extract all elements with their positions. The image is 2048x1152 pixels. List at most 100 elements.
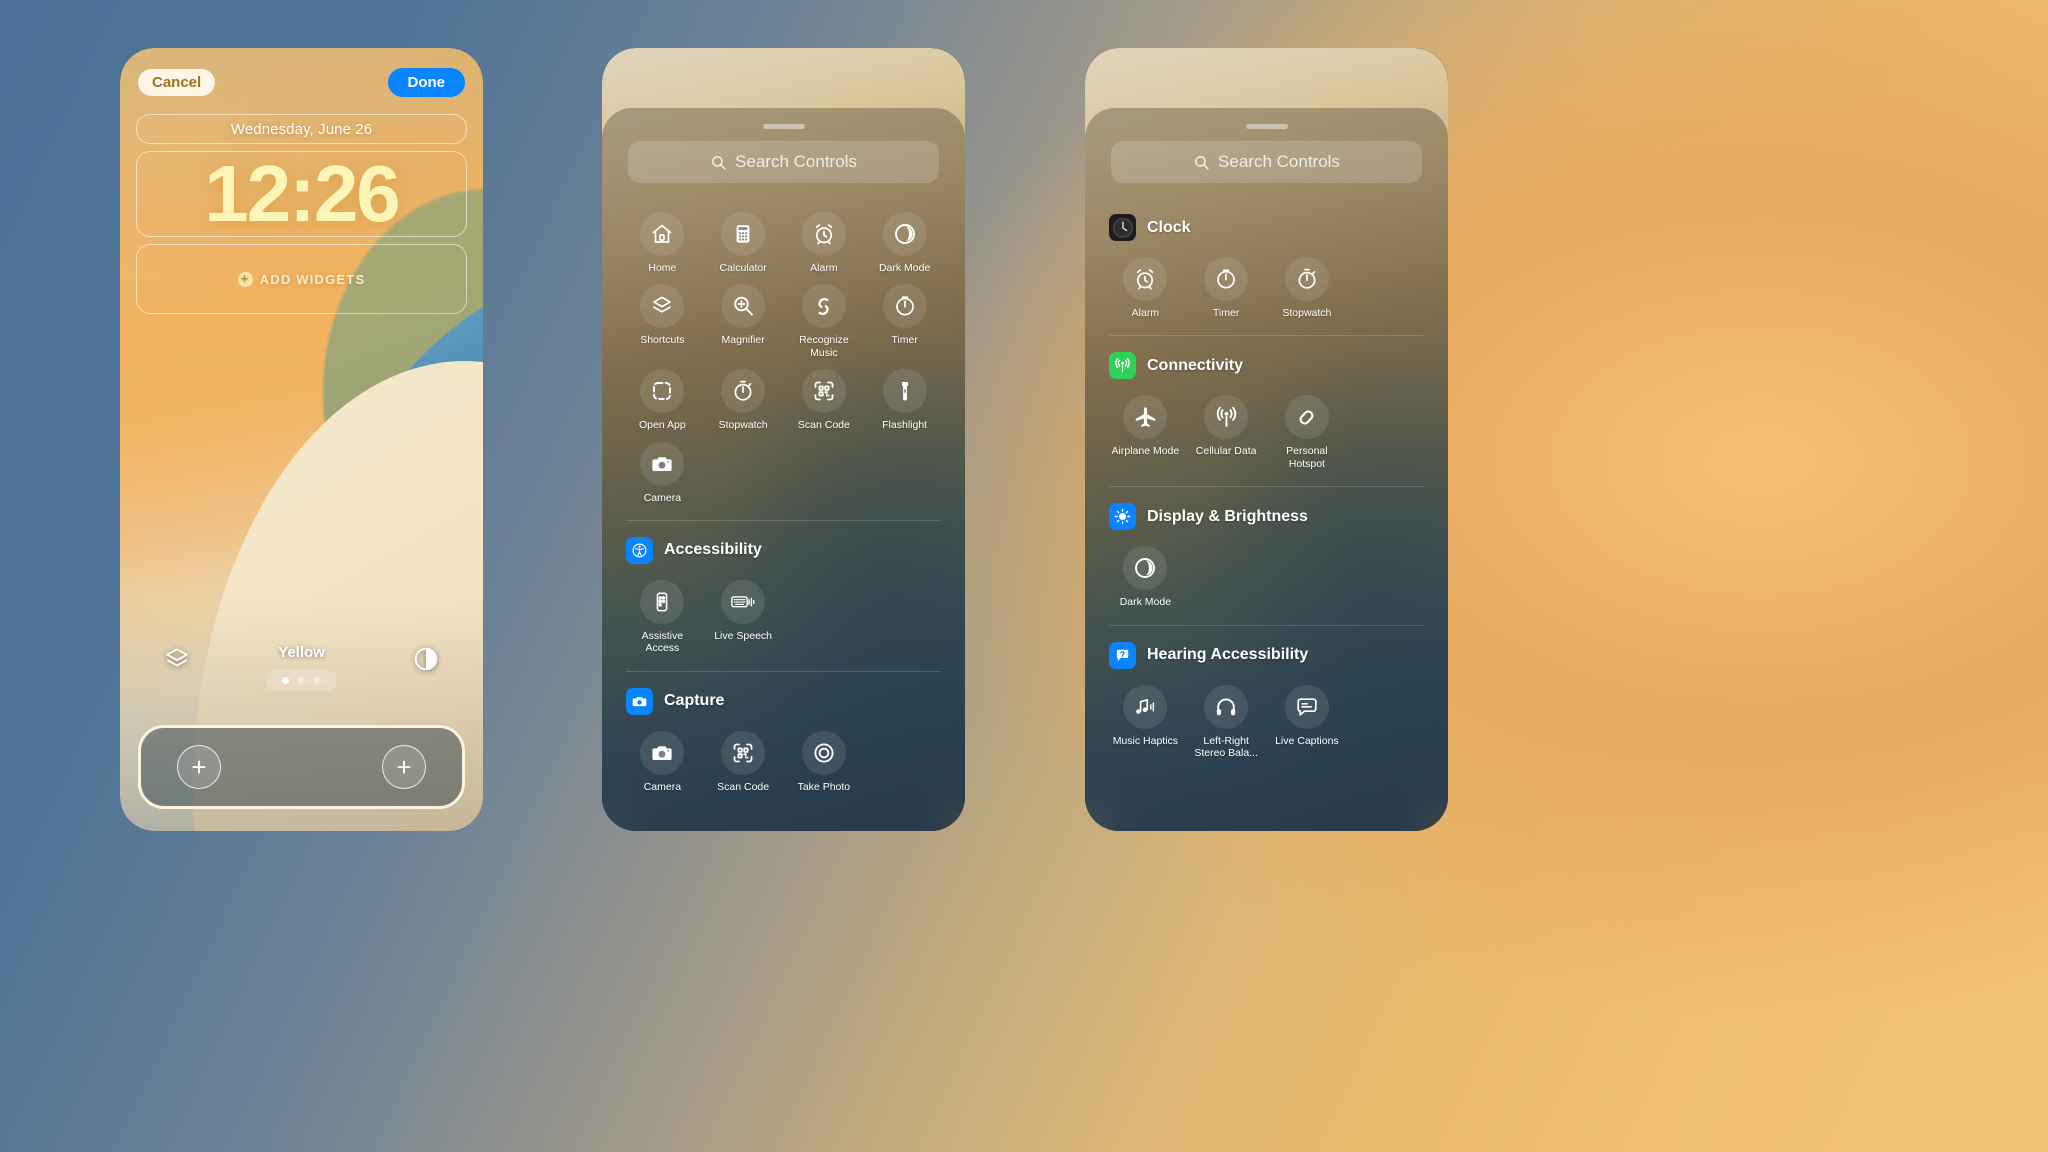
right-control-add-button[interactable]: + bbox=[382, 745, 426, 789]
time-widget-slot[interactable]: 12:26 bbox=[136, 151, 467, 237]
add-widgets-label: ADD WIDGETS bbox=[259, 271, 366, 287]
home-icon bbox=[640, 212, 685, 256]
control-item-label: Music Haptics bbox=[1112, 734, 1179, 747]
control-item[interactable]: Alarm bbox=[1105, 257, 1186, 323]
controls-grid: Dark Mode bbox=[1105, 532, 1428, 612]
section-header: Accessibility bbox=[622, 521, 945, 566]
open-app-icon bbox=[640, 369, 685, 414]
control-item[interactable]: Timer bbox=[1186, 257, 1267, 323]
section-header: Display & Brightness bbox=[1105, 487, 1428, 532]
page-dot[interactable] bbox=[282, 677, 289, 684]
control-item[interactable]: Dark Mode bbox=[864, 212, 945, 278]
control-item[interactable]: Dark Mode bbox=[1105, 546, 1186, 612]
control-item[interactable]: Camera bbox=[622, 441, 703, 508]
shortcuts-icon bbox=[640, 284, 685, 329]
control-item[interactable]: Home bbox=[622, 212, 703, 278]
control-item-label: Open App bbox=[639, 419, 686, 432]
phone-2-controls-gallery: Search Controls Home Calculator Alarm Dark … bbox=[602, 48, 965, 831]
control-item[interactable]: Alarm bbox=[784, 212, 865, 278]
control-item[interactable]: Live Captions bbox=[1267, 684, 1348, 764]
cancel-button[interactable]: Cancel bbox=[138, 68, 216, 96]
phone-1-lock-screen-editor: Cancel Done Wednesday, June 26 12:26 + A… bbox=[120, 48, 483, 831]
sheet-grabber[interactable] bbox=[762, 124, 805, 129]
hearing-icon bbox=[1109, 641, 1136, 669]
music-haptics-icon bbox=[1123, 684, 1168, 729]
qr-scan-icon bbox=[721, 730, 766, 775]
search-controls-input-p2[interactable]: Search Controls bbox=[628, 141, 939, 183]
control-item-label: Live Captions bbox=[1275, 734, 1339, 747]
capture-icon bbox=[626, 687, 653, 715]
qr-scan-icon bbox=[801, 369, 846, 414]
done-button[interactable]: Done bbox=[387, 67, 465, 97]
search-icon bbox=[712, 155, 726, 170]
sheet-grabber[interactable] bbox=[1245, 124, 1288, 129]
section-title: Connectivity bbox=[1147, 356, 1244, 374]
control-item[interactable]: Magnifier bbox=[703, 284, 784, 363]
control-item[interactable]: Camera bbox=[622, 730, 703, 797]
headphones-icon bbox=[1204, 684, 1249, 729]
control-item[interactable]: Scan Code bbox=[703, 730, 784, 797]
control-item-label: Cellular Data bbox=[1195, 445, 1257, 458]
control-item[interactable]: Cellular Data bbox=[1186, 395, 1267, 474]
control-item[interactable]: Live Speech bbox=[703, 579, 784, 659]
left-control-add-button[interactable]: + bbox=[177, 745, 221, 789]
lock-screen-widget-stack: Wednesday, June 26 12:26 + ADD WIDGETS bbox=[136, 114, 467, 314]
controls-grid: Airplane Mode Cellular Data Personal Hotsp… bbox=[1105, 381, 1428, 474]
control-item-label: Dark Mode bbox=[878, 262, 931, 274]
controls-gallery-scroll-p2[interactable]: Home Calculator Alarm Dark Mode Shortcuts Mag… bbox=[602, 198, 965, 831]
control-item[interactable]: Shortcuts bbox=[622, 284, 703, 363]
control-item-label: Shortcuts bbox=[640, 334, 685, 347]
timer-icon bbox=[1204, 257, 1249, 301]
controls-gallery-scroll-p3[interactable]: Clock Alarm Timer Stopwatch Connectivity Airp… bbox=[1085, 198, 1448, 831]
wallpaper-page-dots[interactable] bbox=[266, 670, 337, 691]
control-item[interactable]: Recognize Music bbox=[784, 284, 865, 363]
add-widgets-slot[interactable]: + ADD WIDGETS bbox=[136, 244, 467, 314]
cellular-icon bbox=[1204, 395, 1249, 440]
section-header: Connectivity bbox=[1105, 336, 1428, 381]
control-item[interactable]: Timer bbox=[864, 284, 945, 363]
airplane-icon bbox=[1123, 395, 1168, 440]
control-item-label: Assistive Access bbox=[641, 629, 684, 655]
search-placeholder-p2: Search Controls bbox=[735, 152, 857, 171]
section-header: Capture bbox=[622, 672, 945, 717]
control-item-label: Airplane Mode bbox=[1111, 445, 1180, 458]
control-item-label: Alarm bbox=[810, 262, 838, 274]
control-item-label: Stopwatch bbox=[718, 419, 768, 432]
control-item-label: Camera bbox=[643, 491, 682, 504]
control-item[interactable]: Left-Right Stereo Bala... bbox=[1186, 684, 1267, 764]
phone-3-controls-by-category: Search Controls Clock Alarm Timer Stopwatch… bbox=[1085, 48, 1448, 831]
phone-2-screen: Search Controls Home Calculator Alarm Dark … bbox=[602, 48, 965, 831]
search-controls-input-p3[interactable]: Search Controls bbox=[1111, 141, 1422, 183]
dark-mode-icon bbox=[882, 212, 927, 256]
control-item[interactable]: Assistive Access bbox=[622, 579, 703, 659]
calculator-icon bbox=[721, 212, 766, 256]
control-item[interactable]: Scan Code bbox=[784, 369, 865, 435]
control-item-label: Live Speech bbox=[714, 629, 773, 642]
shazam-icon bbox=[801, 284, 846, 329]
control-item[interactable]: Calculator bbox=[703, 212, 784, 278]
control-item[interactable]: Stopwatch bbox=[703, 369, 784, 435]
control-item[interactable]: Open App bbox=[622, 369, 703, 435]
control-item-label: Left-Right Stereo Bala... bbox=[1194, 734, 1258, 759]
control-item[interactable]: Flashlight bbox=[864, 369, 945, 435]
control-item-label: Home bbox=[648, 262, 677, 274]
control-item[interactable]: Music Haptics bbox=[1105, 684, 1186, 764]
timer-icon bbox=[882, 284, 927, 329]
camera-icon bbox=[640, 441, 685, 486]
control-item[interactable]: Airplane Mode bbox=[1105, 395, 1186, 474]
lock-screen-controls-bar-highlighted[interactable]: + + bbox=[138, 725, 465, 809]
control-item[interactable]: Stopwatch bbox=[1267, 257, 1348, 323]
control-center-sheet-content: Search Controls Clock Alarm Timer Stopwatch… bbox=[1085, 108, 1448, 831]
page-dot[interactable] bbox=[298, 677, 305, 684]
page-dot[interactable] bbox=[314, 677, 321, 684]
control-item-label: Take Photo bbox=[797, 780, 851, 793]
stopwatch-icon bbox=[1284, 257, 1329, 301]
date-widget-slot[interactable]: Wednesday, June 26 bbox=[136, 114, 467, 144]
controls-grid: Music Haptics Left-Right Stereo Bala... Li… bbox=[1105, 671, 1428, 764]
control-item[interactable]: Take Photo bbox=[784, 730, 865, 797]
control-item-label: Calculator bbox=[719, 262, 767, 274]
alarm-clock-icon bbox=[1123, 257, 1168, 301]
control-item[interactable]: Personal Hotspot bbox=[1267, 395, 1348, 474]
control-item-label: Scan Code bbox=[797, 419, 850, 432]
controls-grid: Assistive Access Live Speech bbox=[622, 566, 945, 659]
